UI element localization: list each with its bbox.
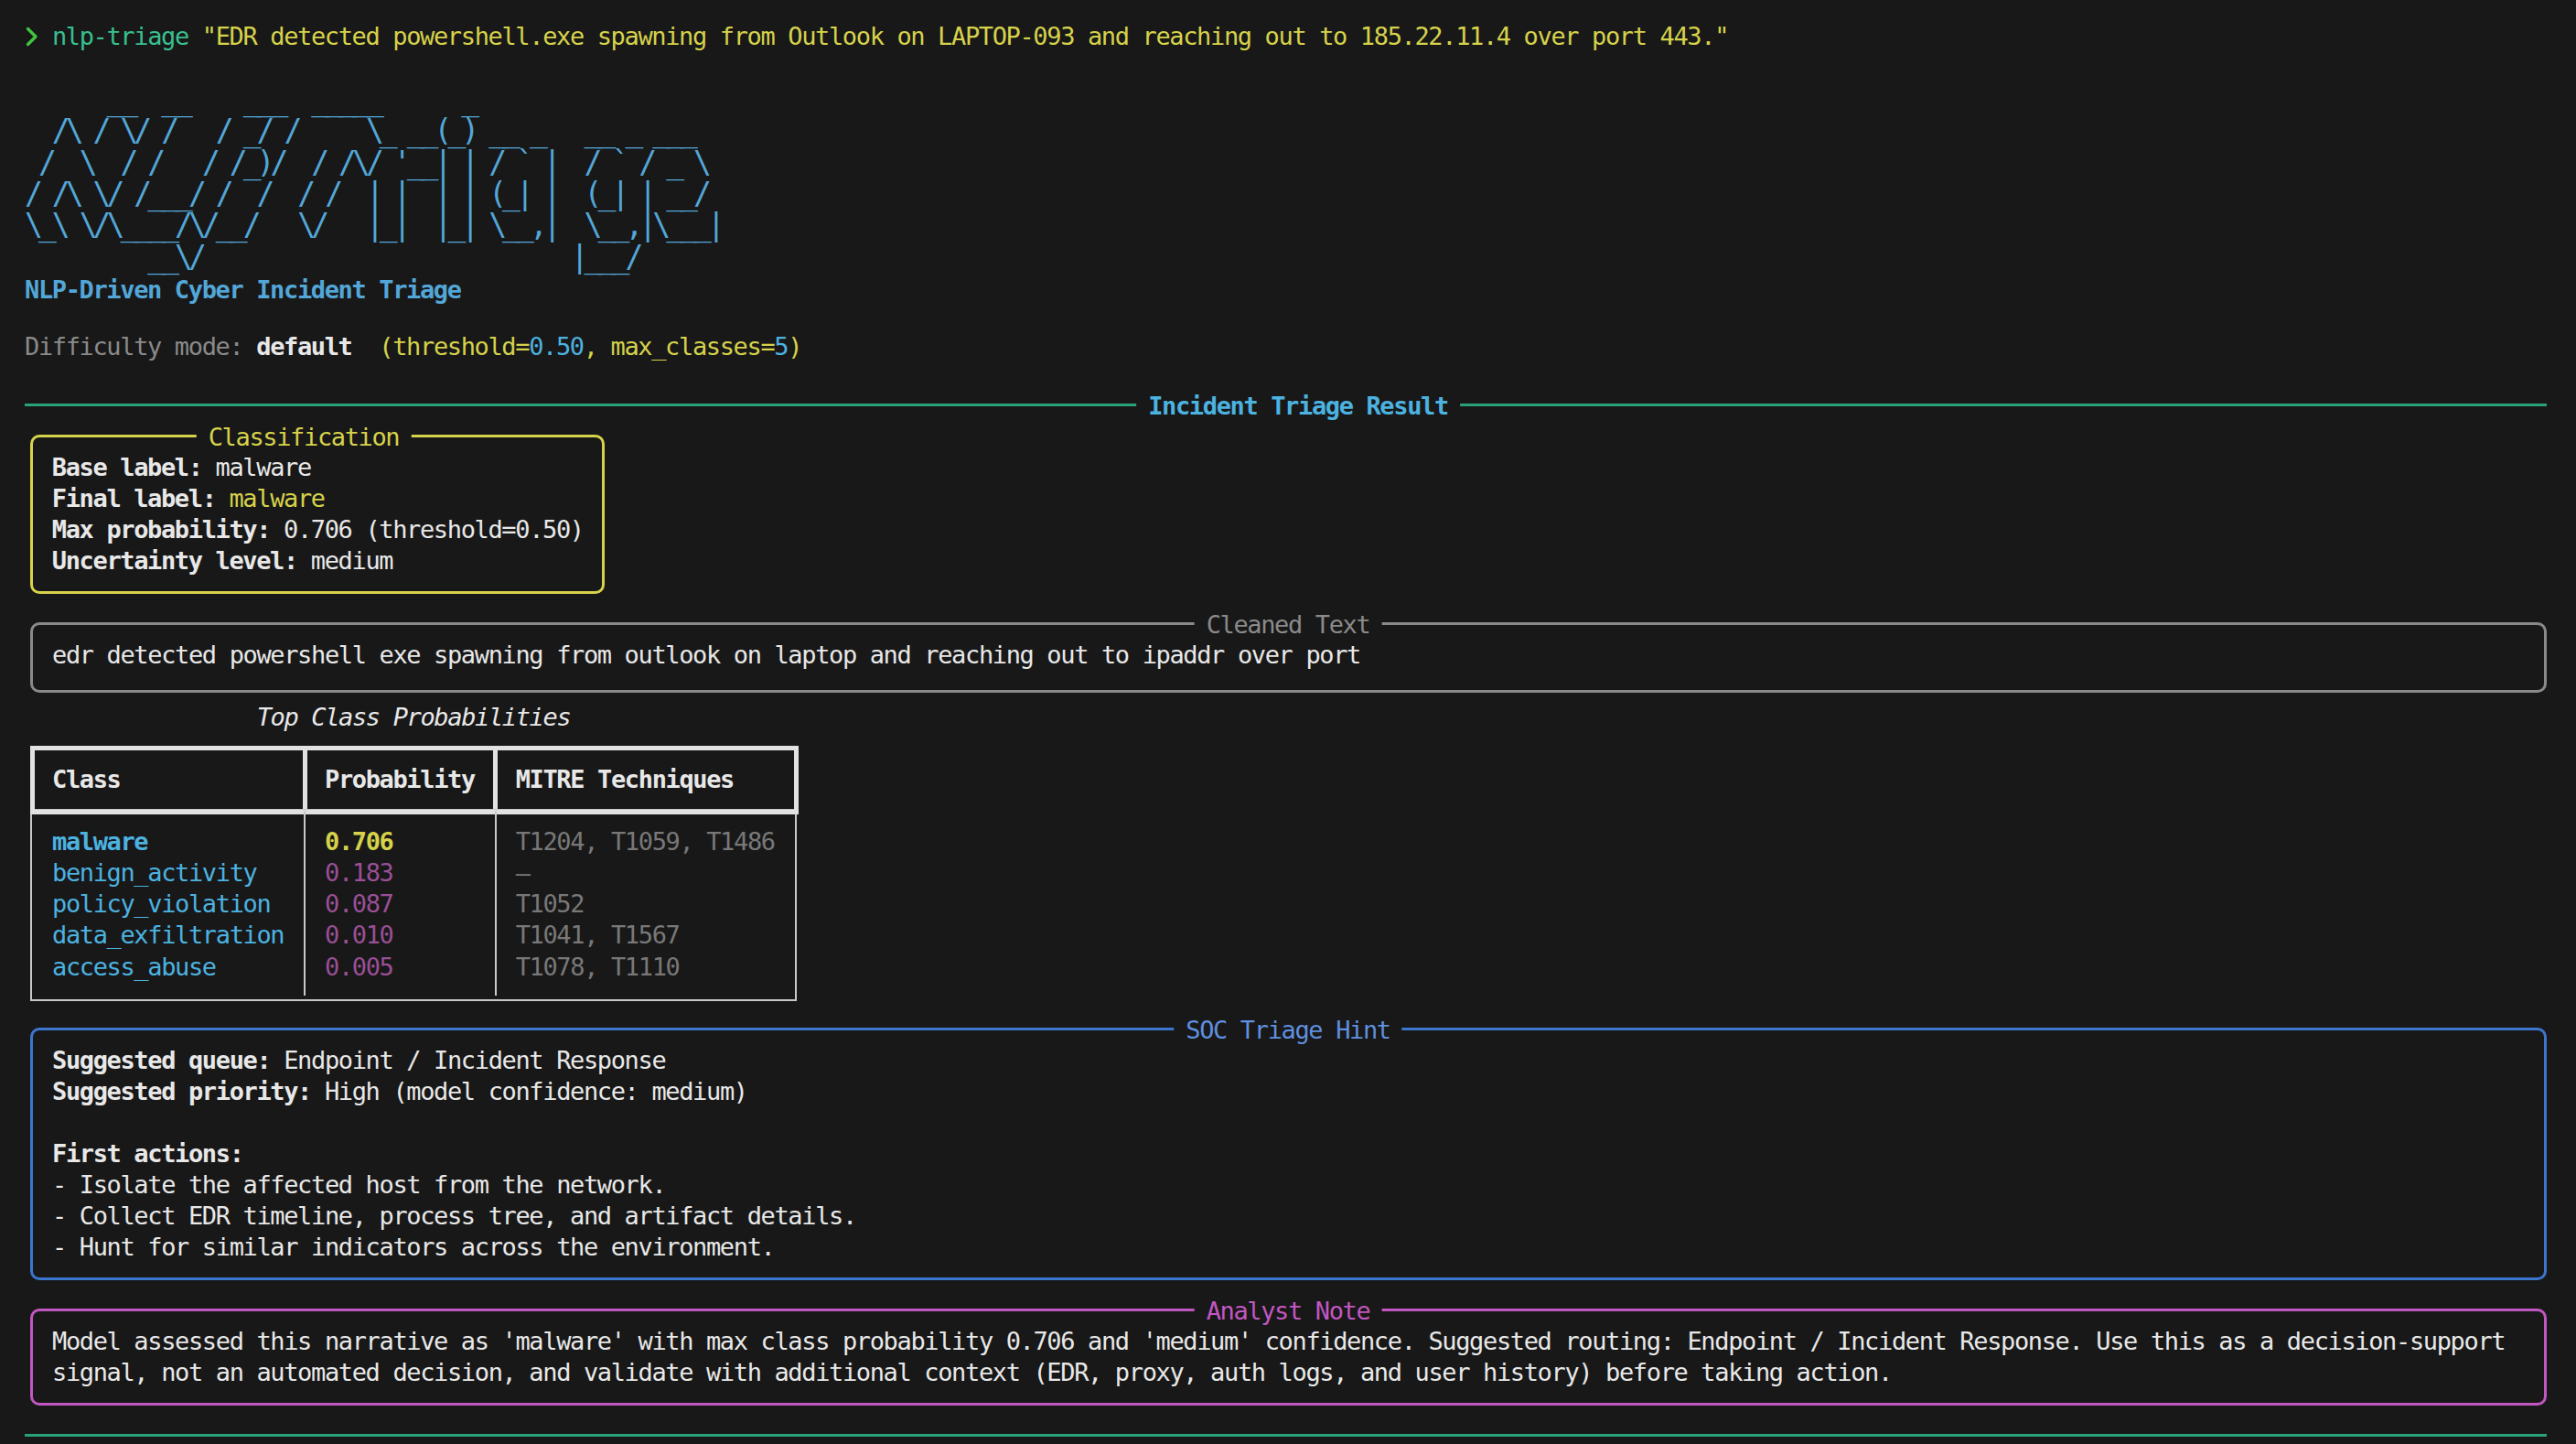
table-header-class: Class	[52, 764, 120, 795]
analyst-note-line: signal, not an automated decision, and v…	[52, 1357, 1892, 1388]
analyst-panel-title: Analyst Note	[1195, 1296, 1382, 1324]
field-value: 0.706 (threshold=0.50)	[270, 515, 584, 544]
soc-priority-row: Suggested priority: High (model confiden…	[52, 1076, 747, 1107]
logo-row: __ __ ___ _____ _	[25, 84, 721, 115]
table-cell-mitre: T1078, T1110	[516, 952, 680, 983]
prompt-icon	[25, 22, 38, 50]
app-subtitle: NLP-Driven Cyber Incident Triage	[25, 275, 461, 306]
table-cell-probability: 0.183	[325, 857, 392, 889]
result-rule-title: Incident Triage Result	[1136, 391, 1460, 419]
settings-line: Difficulty mode: default (threshold=0.50…	[25, 331, 801, 362]
soc-queue-value: Endpoint / Incident Response	[270, 1046, 665, 1074]
threshold-prefix: (threshold=	[352, 332, 530, 361]
field-value: malware	[202, 453, 311, 481]
soc-action-item: - Isolate the affected host from the net…	[52, 1169, 665, 1201]
table-cell-class: benign_activity	[52, 857, 256, 889]
field-label: Final label:	[52, 484, 216, 512]
terminal-screen: { "terminal": { "prompt_symbol": "❯", "c…	[0, 0, 2576, 1444]
soc-action-item: - Hunt for similar indicators across the…	[52, 1232, 774, 1263]
bottom-rule-line	[25, 1434, 2547, 1437]
classification-row: Max probability: 0.706 (threshold=0.50)	[25, 514, 584, 545]
table-title: Top Class Probabilities	[257, 702, 571, 733]
soc-priority-label: Suggested priority:	[52, 1077, 311, 1105]
classes-prefix: , max_classes=	[584, 332, 775, 361]
table-cell-class: malware	[52, 826, 147, 857]
soc-queue-label: Suggested queue:	[52, 1046, 270, 1074]
command-argument: "EDR detected powershell.exe spawning fr…	[188, 22, 1728, 50]
table-cell-probability: 0.005	[325, 952, 392, 983]
cleaned-text-content: edr detected powershell exe spawning fro…	[52, 640, 1360, 671]
analyst-note-line: Model assessed this narrative as 'malwar…	[52, 1326, 2505, 1357]
soc-queue-row: Suggested queue: Endpoint / Incident Res…	[52, 1045, 665, 1076]
classification-row: Uncertainty level: medium	[25, 545, 392, 577]
logo-row: \_\ \/\____/\/__/ \/ |_| |_| \__,| \__,|…	[25, 210, 721, 241]
field-value: medium	[297, 546, 392, 575]
table-header-mitre: MITRE Techniques	[516, 764, 734, 795]
settings-mode: default	[256, 332, 351, 361]
table-column-divider	[303, 750, 307, 809]
field-label: Uncertainty level:	[52, 546, 297, 575]
soc-panel-title: SOC Triage Hint	[1174, 1015, 1401, 1043]
settings-label: Difficulty mode:	[25, 332, 256, 361]
command-line: nlp-triage "EDR detected powershell.exe …	[25, 21, 1728, 52]
classification-row: Final label: malware	[25, 483, 325, 514]
logo-row: /\ / \/ / / _/ / \_ __(_) __ _ __ _ ___	[25, 115, 721, 146]
logo-row: __\/ |___/	[25, 242, 721, 273]
table-cell-class: policy_violation	[52, 889, 270, 920]
table-cell-probability: 0.706	[325, 826, 392, 857]
table-cell-mitre: T1052	[516, 889, 584, 920]
table-cell-mitre: T1204, T1059, T1486	[516, 826, 775, 857]
table-cell-mitre: –	[516, 857, 530, 889]
field-label: Max probability:	[52, 515, 270, 544]
field-label: Base label:	[52, 453, 202, 481]
classification-panel-title: Classification	[197, 422, 412, 450]
classification-row: Base label: malware	[25, 452, 311, 483]
table-cell-class: data_exfiltration	[52, 920, 284, 951]
field-value: malware	[216, 484, 325, 512]
soc-actions-header: First actions:	[52, 1138, 243, 1169]
classes-value: 5	[774, 332, 788, 361]
table-column-divider	[304, 811, 306, 996]
ascii-logo: __ __ ___ _____ _ /\ / \/ / / _/ / \_ __…	[25, 84, 721, 273]
table-cell-mitre: T1041, T1567	[516, 920, 680, 951]
logo-row: / \ / / / /_)/ / /\/ '__| | / ` | / ` / …	[25, 147, 721, 178]
command-name: nlp-triage	[38, 22, 188, 50]
cleaned-text-title: Cleaned Text	[1195, 609, 1382, 638]
table-header-probability: Probability	[325, 764, 475, 795]
table-cell-probability: 0.010	[325, 920, 392, 951]
table-cell-probability: 0.087	[325, 889, 392, 920]
table-column-divider	[495, 811, 497, 996]
soc-action-item: - Collect EDR timeline, process tree, an…	[52, 1201, 856, 1232]
threshold-value: 0.50	[529, 332, 584, 361]
table-cell-class: access_abuse	[52, 952, 216, 983]
table-column-divider	[493, 750, 498, 809]
paren-close: )	[788, 332, 801, 361]
logo-row: / /\ \/ /___/ / / / / | | | | (_| | (_| …	[25, 178, 721, 210]
soc-priority-value: High (model confidence: medium)	[311, 1077, 747, 1105]
